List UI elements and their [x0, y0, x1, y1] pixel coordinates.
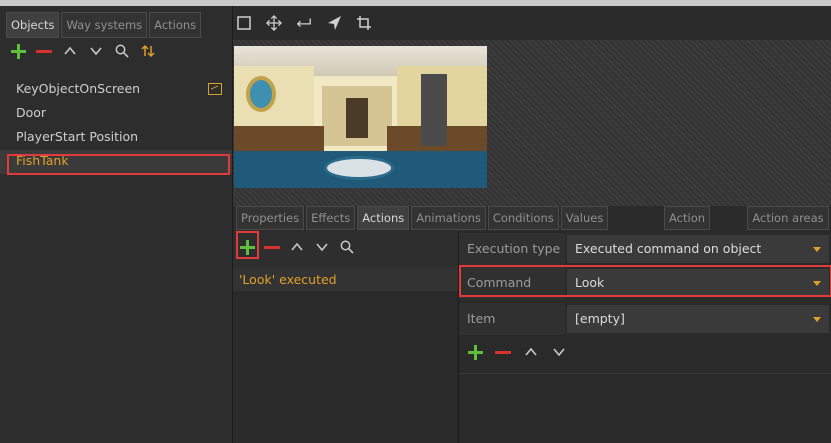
properties-toolbar	[467, 341, 567, 363]
object-label: PlayerStart Position	[16, 129, 139, 144]
move-up-icon[interactable]	[62, 43, 78, 59]
chevron-down-icon	[813, 247, 821, 252]
crop-icon[interactable]	[356, 15, 372, 31]
remove-icon[interactable]	[495, 344, 511, 360]
property-row: Item [empty]	[459, 303, 831, 335]
room-background-image	[234, 46, 487, 188]
actions-pane: 'Look' executed	[233, 231, 458, 443]
tab-objects[interactable]: Objects	[6, 12, 60, 38]
property-row: Execution type Executed command on objec…	[459, 233, 831, 265]
tab-effects[interactable]: Effects	[306, 206, 356, 230]
move-up-icon[interactable]	[289, 239, 305, 255]
left-tab-bar: Objects Way systems Actions	[6, 12, 202, 38]
move-down-icon[interactable]	[314, 239, 330, 255]
tab-action-areas[interactable]: Action areas	[747, 206, 829, 230]
highlight-box	[459, 265, 831, 297]
move-down-icon[interactable]	[88, 43, 104, 59]
remove-icon[interactable]	[36, 43, 52, 59]
editor-toolbar	[236, 12, 372, 34]
remove-icon[interactable]	[264, 239, 280, 255]
list-item[interactable]: PlayerStart Position	[0, 126, 232, 150]
object-label: Door	[16, 105, 47, 120]
search-icon[interactable]	[114, 43, 130, 59]
move-down-icon[interactable]	[551, 344, 567, 360]
bottom-tab-bar: Properties Effects Actions Animations Co…	[236, 206, 609, 230]
tab-actions[interactable]: Actions	[149, 12, 202, 38]
divider	[459, 373, 831, 374]
list-item[interactable]: Door	[0, 102, 232, 126]
list-item[interactable]: 'Look' executed	[233, 269, 458, 291]
property-label: Execution type	[459, 233, 565, 265]
dropdown-value: Executed command on object	[575, 241, 762, 256]
tab-conditions[interactable]: Conditions	[487, 206, 559, 230]
image-icon	[208, 83, 222, 95]
property-label: Item	[459, 303, 565, 335]
execution-type-dropdown[interactable]: Executed command on object	[567, 235, 829, 263]
highlight-box	[7, 154, 230, 175]
dropdown-value: [empty]	[575, 311, 625, 326]
sort-icon[interactable]	[140, 43, 156, 59]
tab-action[interactable]: Action	[664, 206, 710, 230]
search-icon[interactable]	[339, 239, 355, 255]
chevron-down-icon	[813, 317, 821, 322]
select-rectangle-icon[interactable]	[236, 15, 252, 31]
actions-list-empty-area	[233, 291, 458, 443]
object-label: KeyObjectOnScreen	[16, 81, 141, 96]
scene-canvas[interactable]	[233, 40, 831, 206]
enter-arrow-icon[interactable]	[296, 15, 312, 31]
add-icon[interactable]	[10, 43, 26, 59]
move-icon[interactable]	[266, 15, 282, 31]
tab-values[interactable]: Values	[560, 206, 609, 230]
highlight-box	[236, 231, 259, 259]
tab-actions[interactable]: Actions	[357, 206, 410, 230]
add-icon[interactable]	[467, 344, 483, 360]
move-up-icon[interactable]	[523, 344, 539, 360]
tab-properties[interactable]: Properties	[236, 206, 305, 230]
action-properties-pane: Execution type Executed command on objec…	[458, 231, 831, 443]
tab-animations[interactable]: Animations	[411, 206, 486, 230]
pointer-icon[interactable]	[326, 15, 342, 31]
objects-panel: Objects Way systems Actions KeyObjectOnS…	[0, 6, 233, 443]
item-dropdown[interactable]: [empty]	[567, 305, 829, 333]
objects-toolbar	[10, 40, 156, 62]
tab-way-systems[interactable]: Way systems	[61, 12, 148, 38]
list-item[interactable]: KeyObjectOnScreen	[0, 78, 232, 102]
